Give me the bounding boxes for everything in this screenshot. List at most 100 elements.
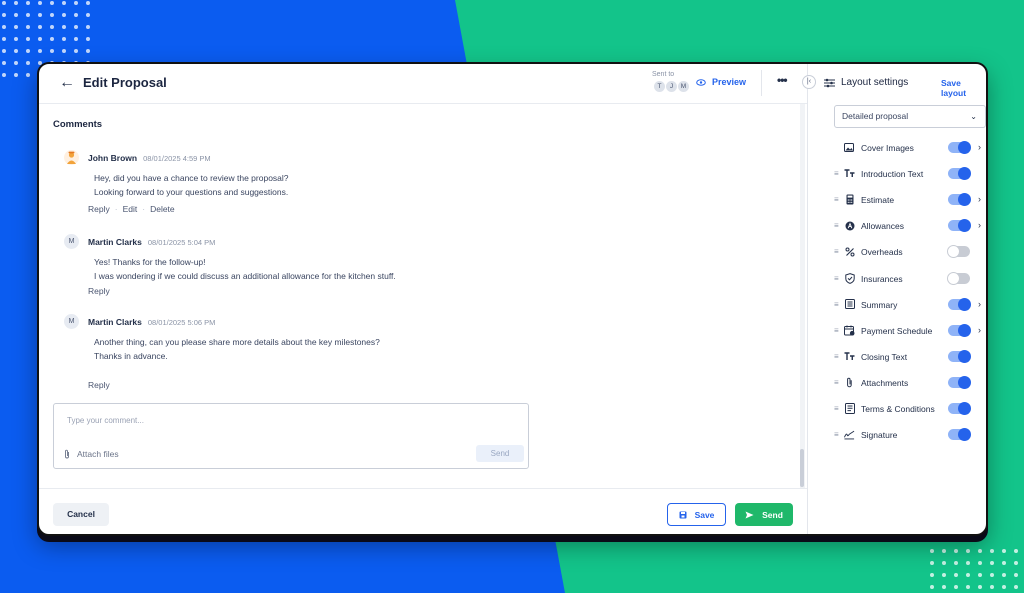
- scrollbar[interactable]: [800, 104, 805, 488]
- section-row-estimate[interactable]: ≡ Estimate ›: [834, 192, 986, 210]
- drag-handle-icon[interactable]: ≡: [834, 221, 839, 230]
- dot: [942, 585, 946, 589]
- section-toggle[interactable]: [948, 167, 971, 181]
- recipient-avatars[interactable]: T J M: [654, 81, 690, 92]
- drag-handle-icon[interactable]: ≡: [834, 378, 839, 387]
- text-icon: [844, 168, 855, 179]
- dot: [74, 1, 78, 5]
- toggle-knob: [958, 167, 971, 181]
- toggle-knob: [958, 193, 971, 207]
- chevron-down-icon: ⌄: [970, 112, 977, 121]
- layout-select[interactable]: Detailed proposal ⌄: [834, 105, 986, 128]
- section-row-insurances[interactable]: ≡ Insurances: [834, 271, 986, 289]
- drag-handle-icon[interactable]: ≡: [834, 326, 839, 335]
- drag-handle-icon[interactable]: ≡: [834, 274, 839, 283]
- drag-handle-icon[interactable]: ≡: [834, 247, 839, 256]
- preview-button[interactable]: Preview: [696, 77, 746, 87]
- dot: [1002, 549, 1006, 553]
- section-label: Summary: [861, 299, 898, 310]
- save-button[interactable]: Save: [667, 503, 726, 526]
- dot: [1014, 585, 1018, 589]
- drag-handle-icon[interactable]: ≡: [834, 404, 839, 413]
- section-row-allowances[interactable]: ≡ Allowances ›: [834, 218, 986, 236]
- comment-time: 08/01/2025 5:04 PM: [147, 238, 216, 247]
- comment-author-row: Martin Clarks 08/01/2025 5:06 PM: [88, 317, 215, 327]
- section-toggle[interactable]: [948, 349, 971, 363]
- section-row-overheads[interactable]: ≡ Overheads: [834, 244, 986, 262]
- section-row-payment-schedule[interactable]: ≡ Payment Schedule ›: [834, 323, 986, 341]
- section-toggle[interactable]: [947, 245, 970, 259]
- comment-time: 08/01/2025 4:59 PM: [143, 154, 211, 163]
- section-toggle[interactable]: [948, 428, 971, 442]
- chevron-right-icon[interactable]: ›: [978, 220, 981, 230]
- drag-handle-icon[interactable]: ≡: [834, 300, 839, 309]
- drag-handle-icon[interactable]: ≡: [834, 352, 839, 361]
- drag-handle-icon[interactable]: ≡: [834, 195, 839, 204]
- comment-item: M Martin Clarks 08/01/2025 5:06 PM Anothe…: [64, 314, 764, 390]
- save-layout-button[interactable]: Save layout: [941, 78, 986, 98]
- dot: [966, 585, 970, 589]
- section-toggle[interactable]: [948, 375, 971, 389]
- section-toggle[interactable]: [948, 402, 971, 415]
- send-button[interactable]: Send: [735, 503, 793, 526]
- section-row-introduction-text[interactable]: ≡ Introduction Text: [834, 166, 986, 184]
- cancel-button[interactable]: Cancel: [53, 503, 109, 526]
- comment-send-button[interactable]: Send: [476, 445, 524, 462]
- eye-icon: [696, 78, 706, 86]
- save-label: Save: [694, 509, 715, 520]
- dot: [62, 1, 66, 5]
- delete-link[interactable]: Delete: [150, 204, 175, 214]
- edit-link[interactable]: Edit: [123, 204, 138, 214]
- dot: [26, 61, 30, 65]
- chevron-right-icon[interactable]: ›: [978, 325, 981, 335]
- dot: [978, 573, 982, 577]
- panel-title: Layout settings: [824, 77, 908, 88]
- attach-files-button[interactable]: Attach files: [64, 449, 119, 459]
- section-row-signature[interactable]: ≡ Signature: [834, 427, 986, 445]
- section-row-terms-conditions[interactable]: ≡ Terms & Conditions: [834, 401, 986, 419]
- dot: [930, 549, 934, 553]
- avatar: [64, 150, 79, 165]
- drag-handle-icon[interactable]: ≡: [834, 169, 839, 178]
- allowance-icon: [844, 220, 855, 231]
- reply-link[interactable]: Reply: [88, 204, 110, 214]
- dot: [38, 25, 42, 29]
- section-toggle[interactable]: [948, 297, 971, 311]
- section-row-attachments[interactable]: ≡ Attachments: [834, 375, 986, 393]
- reply-link[interactable]: Reply: [88, 286, 110, 296]
- dot: [978, 561, 982, 565]
- section-row-closing-text[interactable]: ≡ Closing Text: [834, 349, 986, 367]
- scrollbar-thumb[interactable]: [800, 449, 804, 487]
- dot: [26, 1, 30, 5]
- chevron-right-icon[interactable]: ›: [978, 142, 981, 152]
- comment-author: Martin Clarks: [88, 237, 142, 247]
- section-row-cover-images[interactable]: Cover Images ›: [834, 140, 986, 158]
- drag-handle-icon[interactable]: ≡: [834, 430, 839, 439]
- dot: [14, 73, 18, 77]
- section-toggle[interactable]: [948, 323, 971, 337]
- document-icon: [844, 403, 855, 414]
- dot: [2, 37, 6, 41]
- dot: [2, 49, 6, 53]
- section-row-summary[interactable]: ≡ Summary ›: [834, 297, 986, 315]
- more-horizontal-icon[interactable]: •••: [777, 73, 788, 87]
- dot: [50, 1, 54, 5]
- section-toggle[interactable]: [948, 193, 971, 207]
- section-toggle[interactable]: [948, 219, 971, 233]
- chevron-right-icon[interactable]: ›: [978, 194, 981, 204]
- chevron-right-icon[interactable]: ›: [978, 299, 981, 309]
- section-label: Overheads: [861, 247, 903, 258]
- reply-link[interactable]: Reply: [88, 380, 110, 390]
- toggle-knob: [947, 271, 960, 285]
- preview-label: Preview: [712, 77, 747, 87]
- collapse-panel-icon[interactable]: |‹: [802, 75, 816, 89]
- comment-text: Looking forward to your questions and su…: [94, 187, 289, 197]
- comment-actions: Reply: [88, 286, 110, 296]
- dot: [930, 585, 934, 589]
- section-toggle[interactable]: [947, 271, 970, 285]
- section-toggle[interactable]: [948, 141, 971, 154]
- arrow-left-icon[interactable]: ←: [59, 75, 75, 91]
- dot: [2, 25, 6, 29]
- percent-icon: [844, 246, 855, 257]
- comment-input[interactable]: Type your comment...: [67, 416, 144, 425]
